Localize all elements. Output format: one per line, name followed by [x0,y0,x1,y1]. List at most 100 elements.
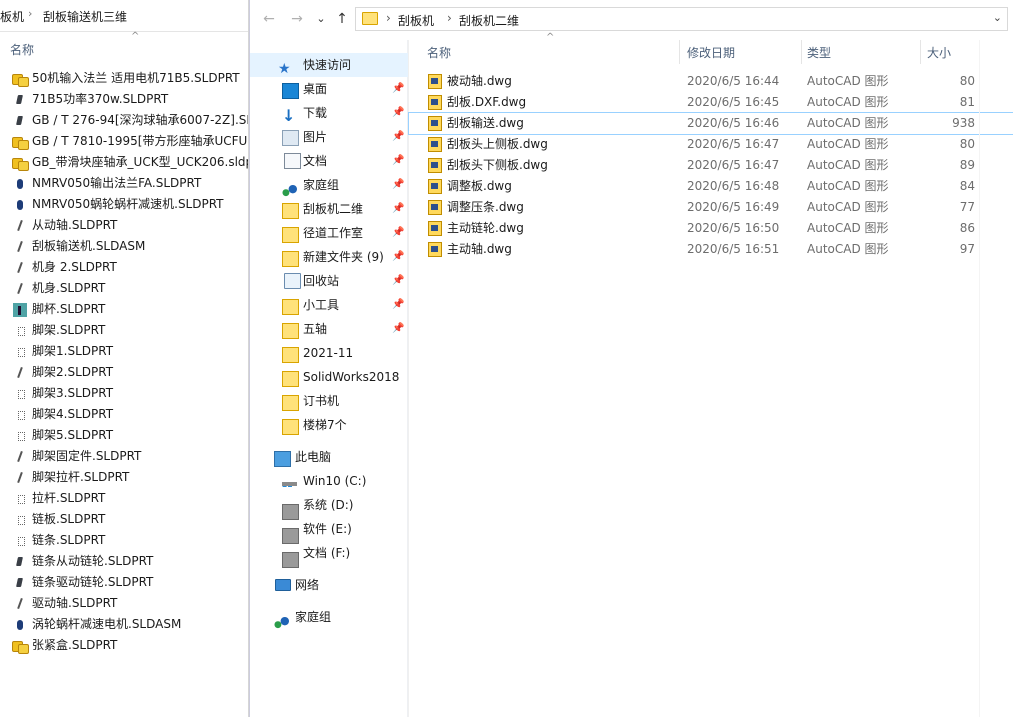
list-item[interactable]: 50机输入法兰 适用电机71B5.SLDPRT [0,68,250,89]
column-divider[interactable] [801,40,802,64]
breadcrumb-current[interactable]: 刮板输送机三维 [43,8,127,25]
nav-item[interactable]: 订书机 [250,389,408,413]
nav-item-drive[interactable]: 文档 (F:) [250,541,408,568]
table-row[interactable]: 调整压条.dwg 2020/6/5 16:49 AutoCAD 图形 77 [409,197,1013,218]
nav-item[interactable]: 家庭组 📌 [250,173,408,205]
list-item[interactable]: GB / T 7810-1995[带方形座轴承UCFU2... [0,131,250,152]
nav-item[interactable]: 图片 📌 [250,125,408,149]
pin-icon[interactable]: 📌 [392,149,404,173]
table-row[interactable]: 主动链轮.dwg 2020/6/5 16:50 AutoCAD 图形 86 [409,218,1013,239]
back-arrow-icon[interactable]: ← [260,10,278,28]
table-row[interactable]: 刮板输送.dwg 2020/6/5 16:46 AutoCAD 图形 938 [408,112,1013,135]
list-item[interactable]: 张紧盒.SLDPRT [0,635,250,656]
list-item[interactable]: 脚架2.SLDPRT [0,362,250,383]
pin-icon[interactable]: 📌 [392,77,404,101]
table-row[interactable]: 刮板头下侧板.dwg 2020/6/5 16:47 AutoCAD 图形 89 [409,155,1013,176]
table-row[interactable]: 调整板.dwg 2020/6/5 16:48 AutoCAD 图形 84 [409,176,1013,197]
nav-item[interactable]: 楼梯7个 [250,413,408,437]
list-item[interactable]: 脚架4.SLDPRT [0,404,250,425]
pin-icon[interactable]: 📌 [392,197,404,221]
breadcrumb[interactable]: 板机 › 刮板输送机三维 [0,0,250,32]
table-row[interactable]: 主动轴.dwg 2020/6/5 16:51 AutoCAD 图形 97 [409,239,1013,260]
pin-icon[interactable]: 📌 [392,245,404,269]
nav-item[interactable]: 刮板机二维 📌 [250,197,408,221]
list-item[interactable]: 链条驱动链轮.SLDPRT [0,572,250,593]
file-name: 刮板输送机.SLDASM [32,239,146,253]
pin-icon[interactable]: 📌 [392,293,404,317]
nav-item-label: 回收站 [303,274,340,288]
nav-item-drive[interactable]: 软件 (E:) [250,517,408,544]
list-item[interactable]: GB / T 276-94[深沟球轴承6007-2Z].SL... [0,110,250,131]
pin-icon[interactable]: 📌 [392,101,404,125]
list-item[interactable]: NMRV050蜗轮蜗杆减速机.SLDPRT [0,194,250,215]
list-item[interactable]: 涡轮蜗杆减速电机.SLDASM [0,614,250,635]
pin-icon[interactable]: 📌 [392,317,404,341]
list-item[interactable]: 脚架3.SLDPRT [0,383,250,404]
file-type: AutoCAD 图形 [807,221,889,235]
list-item[interactable]: 从动轴.SLDPRT [0,215,250,236]
nav-item-drive[interactable]: Win10 (C:) [250,469,408,497]
column-divider[interactable] [920,40,921,64]
nav-item[interactable]: SolidWorks2018 [250,365,408,389]
column-header-name[interactable]: 名称 [427,44,451,61]
list-item[interactable]: 机身 2.SLDPRT [0,257,250,278]
nav-item-network[interactable]: 网络 [250,573,408,597]
address-dropdown-icon[interactable]: ⌄ [993,11,1002,24]
nav-item-homegroup[interactable]: 家庭组 [250,605,408,637]
column-divider[interactable] [679,40,680,64]
nav-item[interactable]: 小工具 📌 [250,293,408,317]
list-item[interactable]: 驱动轴.SLDPRT [0,593,250,614]
nav-item[interactable]: 下载 📌 [250,101,408,125]
pin-icon[interactable]: 📌 [392,221,404,245]
recent-locations-chevron-icon[interactable]: ⌄ [312,10,330,28]
list-item[interactable]: NMRV050输出法兰FA.SLDPRT [0,173,250,194]
list-item[interactable]: 刮板输送机.SLDASM [0,236,250,257]
list-item[interactable]: 脚架固定件.SLDPRT [0,446,250,467]
nav-item[interactable]: 径道工作室 📌 [250,221,408,245]
list-item[interactable]: 链条从动链轮.SLDPRT [0,551,250,572]
nav-item-this-pc[interactable]: 此电脑 [250,445,408,469]
nav-item[interactable]: 新建文件夹 (9) 📌 [250,245,408,269]
table-row[interactable]: 被动轴.dwg 2020/6/5 16:44 AutoCAD 图形 80 [409,71,1013,92]
pin-icon[interactable]: 📌 [392,125,404,149]
table-row[interactable]: 刮板.DXF.dwg 2020/6/5 16:45 AutoCAD 图形 81 [409,92,1013,113]
address-segment-parent[interactable]: 刮板机 [398,12,434,29]
forward-arrow-icon[interactable]: → [288,10,306,28]
list-item[interactable]: 链条.SLDPRT [0,530,250,551]
list-item[interactable]: 拉杆.SLDPRT [0,488,250,509]
pin-icon[interactable]: 📌 [392,269,404,293]
nav-item-quick-access[interactable]: 快速访问 [250,53,408,77]
file-date: 2020/6/5 16:48 [687,179,780,193]
nav-item-label: Win10 (C:) [303,474,367,488]
list-item[interactable]: 脚杯.SLDPRT [0,299,250,320]
list-item[interactable]: 机身.SLDPRT [0,278,250,299]
list-item[interactable]: 71B5功率370w.SLDPRT [0,89,250,110]
column-header-name[interactable]: ^ 名称 [0,31,250,61]
nav-item[interactable]: 文档 📌 [250,149,408,173]
chevron-right-icon[interactable]: › [386,11,391,25]
list-item[interactable]: GB_带滑块座轴承_UCK型_UCK206.sldp [0,152,250,173]
pin-icon[interactable]: 📌 [392,173,404,197]
up-arrow-icon[interactable]: ↑ [333,10,351,28]
list-item[interactable]: 链板.SLDPRT [0,509,250,530]
nav-item[interactable]: 回收站 📌 [250,269,408,293]
chevron-right-icon[interactable]: › [447,11,452,25]
list-item[interactable]: 脚架5.SLDPRT [0,425,250,446]
blue-part-icon [12,197,28,212]
file-date: 2020/6/5 16:49 [687,200,780,214]
nav-item[interactable]: 桌面 📌 [250,77,408,101]
breadcrumb-parent[interactable]: 板机 [0,8,24,25]
nav-item[interactable]: 2021-11 [250,341,408,365]
list-item[interactable]: 脚架1.SLDPRT [0,341,250,362]
file-date: 2020/6/5 16:47 [687,158,780,172]
list-item[interactable]: 脚架.SLDPRT [0,320,250,341]
address-bar[interactable]: › 刮板机 › 刮板机二维 ⌄ [355,7,1008,31]
nav-item[interactable]: 五轴 📌 [250,317,408,341]
list-item[interactable]: 脚架拉杆.SLDPRT [0,467,250,488]
column-header-size[interactable]: 大小 [927,44,951,61]
table-row[interactable]: 刮板头上侧板.dwg 2020/6/5 16:47 AutoCAD 图形 80 [409,134,1013,155]
nav-item-drive[interactable]: 系统 (D:) [250,493,408,520]
column-header-date[interactable]: 修改日期 [687,44,735,61]
column-header-type[interactable]: 类型 [807,44,831,61]
address-segment-current[interactable]: 刮板机二维 [459,12,519,29]
